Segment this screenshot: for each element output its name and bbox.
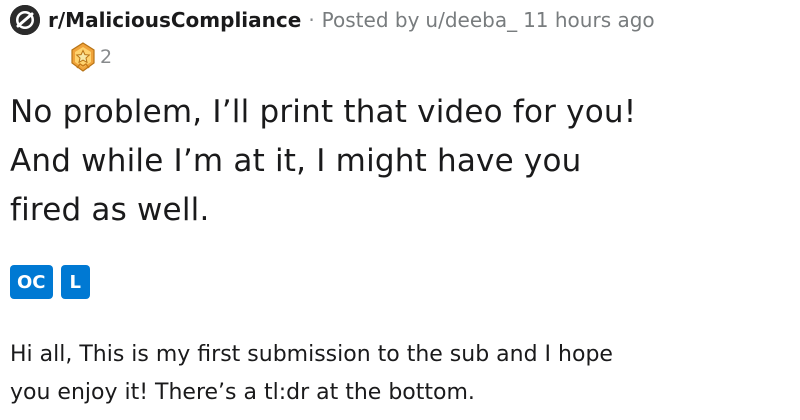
post-timestamp[interactable]: 11 hours ago: [523, 8, 655, 32]
flair-oc[interactable]: OC: [10, 265, 53, 299]
post-body-line: Hi all, This is my first submission to t…: [10, 342, 613, 367]
flair-row: OC L: [10, 265, 90, 299]
subreddit-icon[interactable]: [10, 5, 40, 35]
awards-row[interactable]: 2: [68, 42, 112, 72]
award-count: 2: [100, 46, 113, 68]
post-meta: r/MaliciousCompliance · Posted by u/deeb…: [10, 3, 655, 37]
flair-l[interactable]: L: [60, 265, 90, 299]
reddit-post: r/MaliciousCompliance · Posted by u/deeb…: [0, 0, 800, 420]
author-link[interactable]: u/deeba_: [425, 8, 517, 32]
post-title-line: fired as well.: [10, 192, 210, 228]
subreddit-link[interactable]: r/MaliciousCompliance: [48, 8, 301, 32]
post-title-line: And while I’m at it, I might have you: [10, 143, 582, 179]
post-title-line: No problem, I’ll print that video for yo…: [10, 94, 637, 130]
post-title[interactable]: No problem, I’ll print that video for yo…: [10, 88, 790, 235]
post-body-line: you enjoy it! There’s a tl:dr at the bot…: [10, 380, 475, 405]
meta-separator: ·: [308, 8, 315, 32]
posted-by-label: Posted by: [321, 8, 420, 32]
post-body: Hi all, This is my first submission to t…: [10, 336, 790, 412]
award-badge-icon[interactable]: [68, 42, 98, 72]
